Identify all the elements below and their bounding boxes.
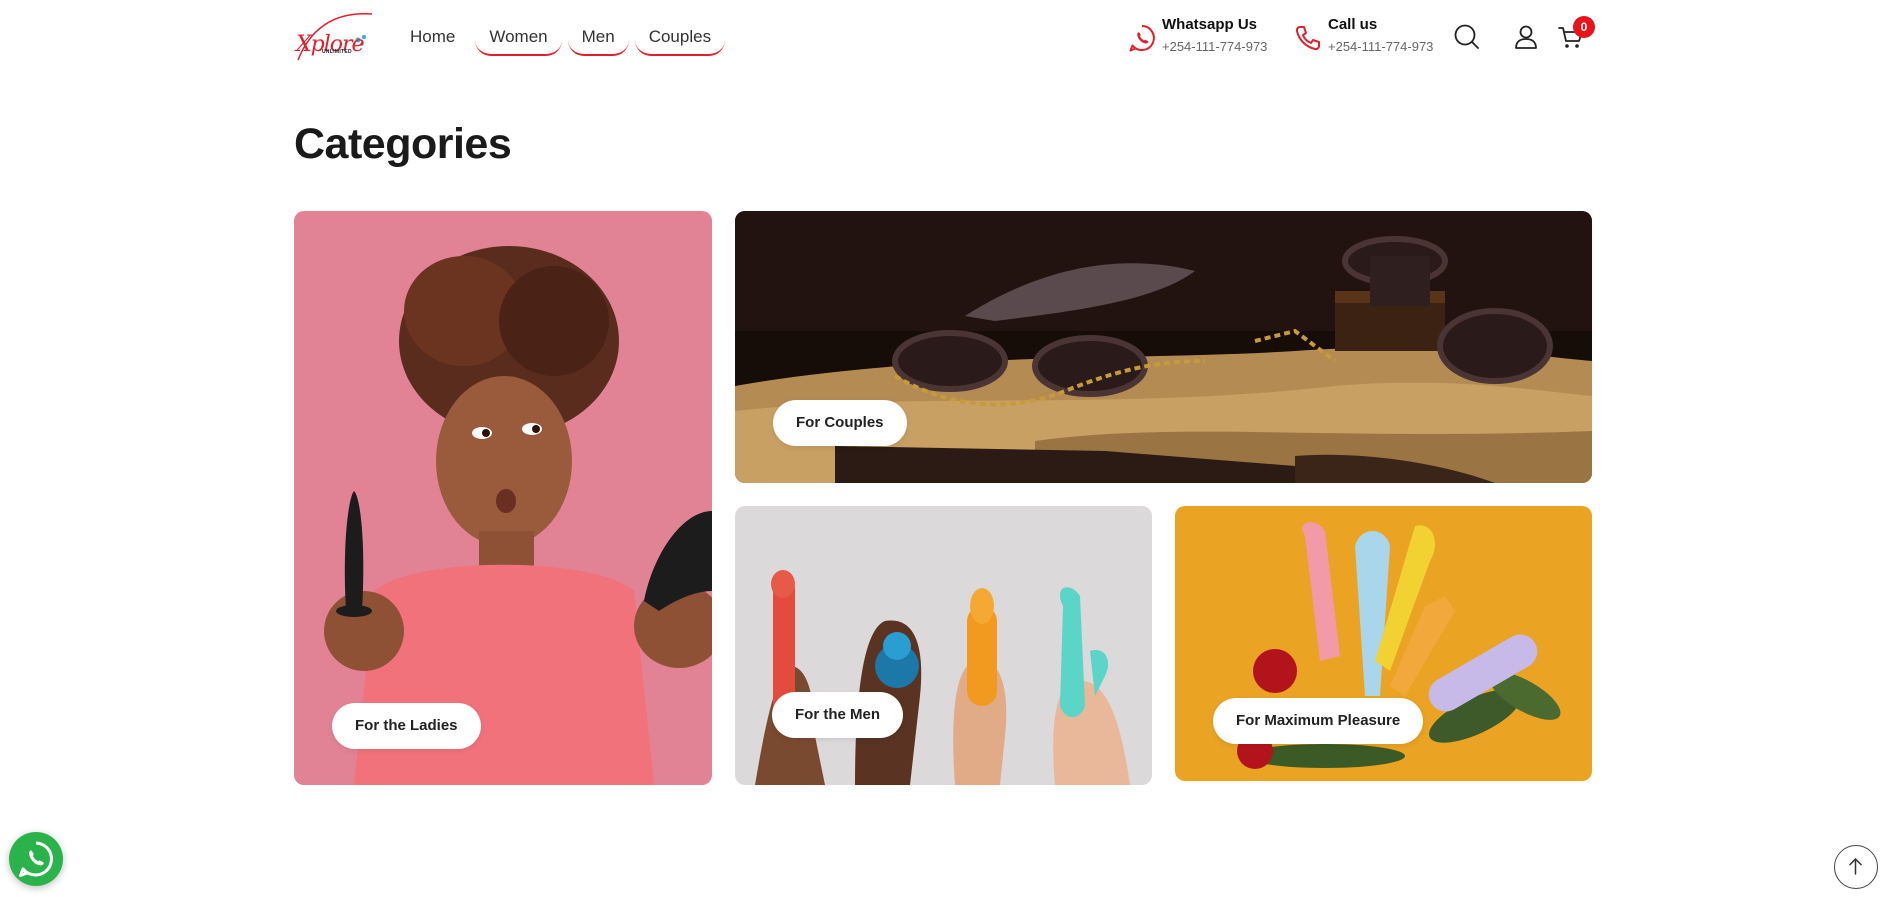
call-contact[interactable]: Call us +254-111-774-973: [1292, 16, 1433, 57]
ladies-image: [294, 211, 712, 785]
search-icon[interactable]: [1452, 22, 1482, 52]
category-label-ladies[interactable]: For the Ladies: [332, 703, 481, 749]
whatsapp-contact[interactable]: Whatsapp Us +254-111-774-973: [1126, 16, 1267, 57]
whatsapp-icon: [1129, 25, 1155, 52]
category-label-max-pleasure[interactable]: For Maximum Pleasure: [1213, 698, 1424, 744]
category-card-max-pleasure[interactable]: For Maximum Pleasure: [1175, 506, 1592, 781]
nav-home[interactable]: Home: [396, 22, 469, 56]
whatsapp-icon: [19, 841, 53, 877]
arrow-up-icon: [1849, 858, 1862, 875]
site-header: Xplore UNLIMITED Home Women Men Couples …: [0, 0, 1887, 76]
nav-men[interactable]: Men: [567, 22, 629, 56]
category-card-men[interactable]: For the Men: [735, 506, 1152, 785]
category-label-men[interactable]: For the Men: [772, 692, 903, 738]
category-label-couples[interactable]: For Couples: [773, 400, 907, 446]
whatsapp-label: Whatsapp Us: [1162, 16, 1258, 33]
whatsapp-float-button[interactable]: [9, 832, 63, 886]
men-image: [735, 506, 1152, 785]
scroll-to-top-button[interactable]: [1834, 845, 1878, 889]
main-nav: Home Women Men Couples: [396, 22, 726, 56]
whatsapp-number: +254-111-774-973: [1162, 39, 1268, 54]
cart-count-badge: 0: [1573, 16, 1595, 38]
phone-icon: [1295, 26, 1320, 51]
user-icon[interactable]: [1511, 22, 1541, 52]
logo-subtext: UNLIMITED: [322, 49, 352, 55]
category-card-couples[interactable]: For Couples: [735, 211, 1592, 483]
category-card-ladies[interactable]: For the Ladies: [294, 211, 712, 785]
nav-women[interactable]: Women: [475, 22, 562, 56]
page-title: Categories: [294, 120, 512, 168]
nav-couples[interactable]: Couples: [634, 22, 726, 56]
call-number: +254-111-774-973: [1328, 39, 1434, 54]
call-label: Call us: [1328, 16, 1378, 33]
